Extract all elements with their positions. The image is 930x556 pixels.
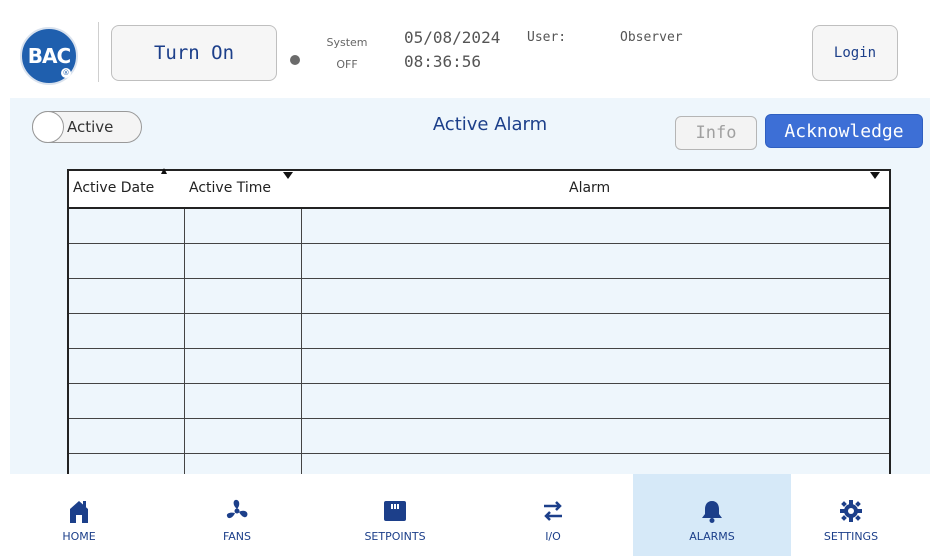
top-header: BAC ® Turn On System OFF 05/08/2024 08:3… xyxy=(0,0,930,98)
bottom-navigation: HOME FANS SETPOINTS I/O ALARMS SETTINGS xyxy=(0,474,930,556)
table-body xyxy=(69,209,889,489)
home-icon xyxy=(70,501,88,523)
current-date: 05/08/2024 xyxy=(404,28,501,47)
user-label: User: xyxy=(527,30,567,45)
info-button[interactable]: Info xyxy=(675,116,757,150)
nav-label-fans: FANS xyxy=(222,530,252,543)
table-row[interactable] xyxy=(69,244,889,279)
nav-label-setpoints: SETPOINTS xyxy=(364,530,426,543)
table-header: Active Date Active Time Alarm xyxy=(69,168,889,209)
sort-ascending-icon[interactable] xyxy=(161,168,167,174)
bell-icon xyxy=(702,501,722,523)
login-button[interactable]: Login xyxy=(812,25,898,81)
nav-io[interactable]: I/O xyxy=(474,474,632,556)
column-header-alarm[interactable]: Alarm xyxy=(569,180,610,196)
system-state: OFF xyxy=(336,58,358,71)
io-arrows-icon xyxy=(544,501,562,521)
toggle-label: Active xyxy=(67,118,114,136)
column-header-active-time[interactable]: Active Time xyxy=(189,180,271,196)
nav-alarms[interactable]: ALARMS xyxy=(633,474,791,556)
current-time: 08:36:56 xyxy=(404,52,482,71)
table-row[interactable] xyxy=(69,384,889,419)
registered-mark: ® xyxy=(61,68,71,78)
alarm-table: Active Date Active Time Alarm xyxy=(67,168,891,489)
header-divider xyxy=(98,22,99,82)
page-title: Active Alarm xyxy=(432,114,548,135)
table-row[interactable] xyxy=(69,419,889,454)
nav-label-alarms: ALARMS xyxy=(689,530,735,543)
toggle-knob[interactable] xyxy=(32,111,64,143)
fan-icon xyxy=(226,499,248,519)
sort-descending-icon[interactable] xyxy=(283,172,293,179)
gear-icon xyxy=(840,500,862,522)
system-status-indicator xyxy=(290,55,300,65)
nav-label-io: I/O xyxy=(545,530,561,543)
table-row[interactable] xyxy=(69,279,889,314)
table-row[interactable] xyxy=(69,209,889,244)
alarm-panel: Active Active Alarm Info Acknowledge Act… xyxy=(10,98,930,489)
nav-settings[interactable]: SETTINGS xyxy=(772,474,930,556)
column-header-active-date[interactable]: Active Date xyxy=(73,180,154,196)
table-row[interactable] xyxy=(69,314,889,349)
setpoints-icon xyxy=(384,501,406,521)
nav-setpoints[interactable]: SETPOINTS xyxy=(316,474,474,556)
nav-fans[interactable]: FANS xyxy=(158,474,316,556)
column-dropdown-icon[interactable] xyxy=(870,172,880,179)
system-label: System xyxy=(326,36,368,49)
active-toggle[interactable]: Active xyxy=(32,111,142,143)
turn-on-button[interactable]: Turn On xyxy=(111,25,277,81)
acknowledge-button[interactable]: Acknowledge xyxy=(765,114,923,148)
nav-label-home: HOME xyxy=(62,530,96,543)
nav-home[interactable]: HOME xyxy=(0,474,158,556)
table-row[interactable] xyxy=(69,349,889,384)
user-name: Observer xyxy=(620,30,683,45)
nav-label-settings: SETTINGS xyxy=(823,530,879,543)
bac-logo: BAC ® xyxy=(20,27,78,85)
